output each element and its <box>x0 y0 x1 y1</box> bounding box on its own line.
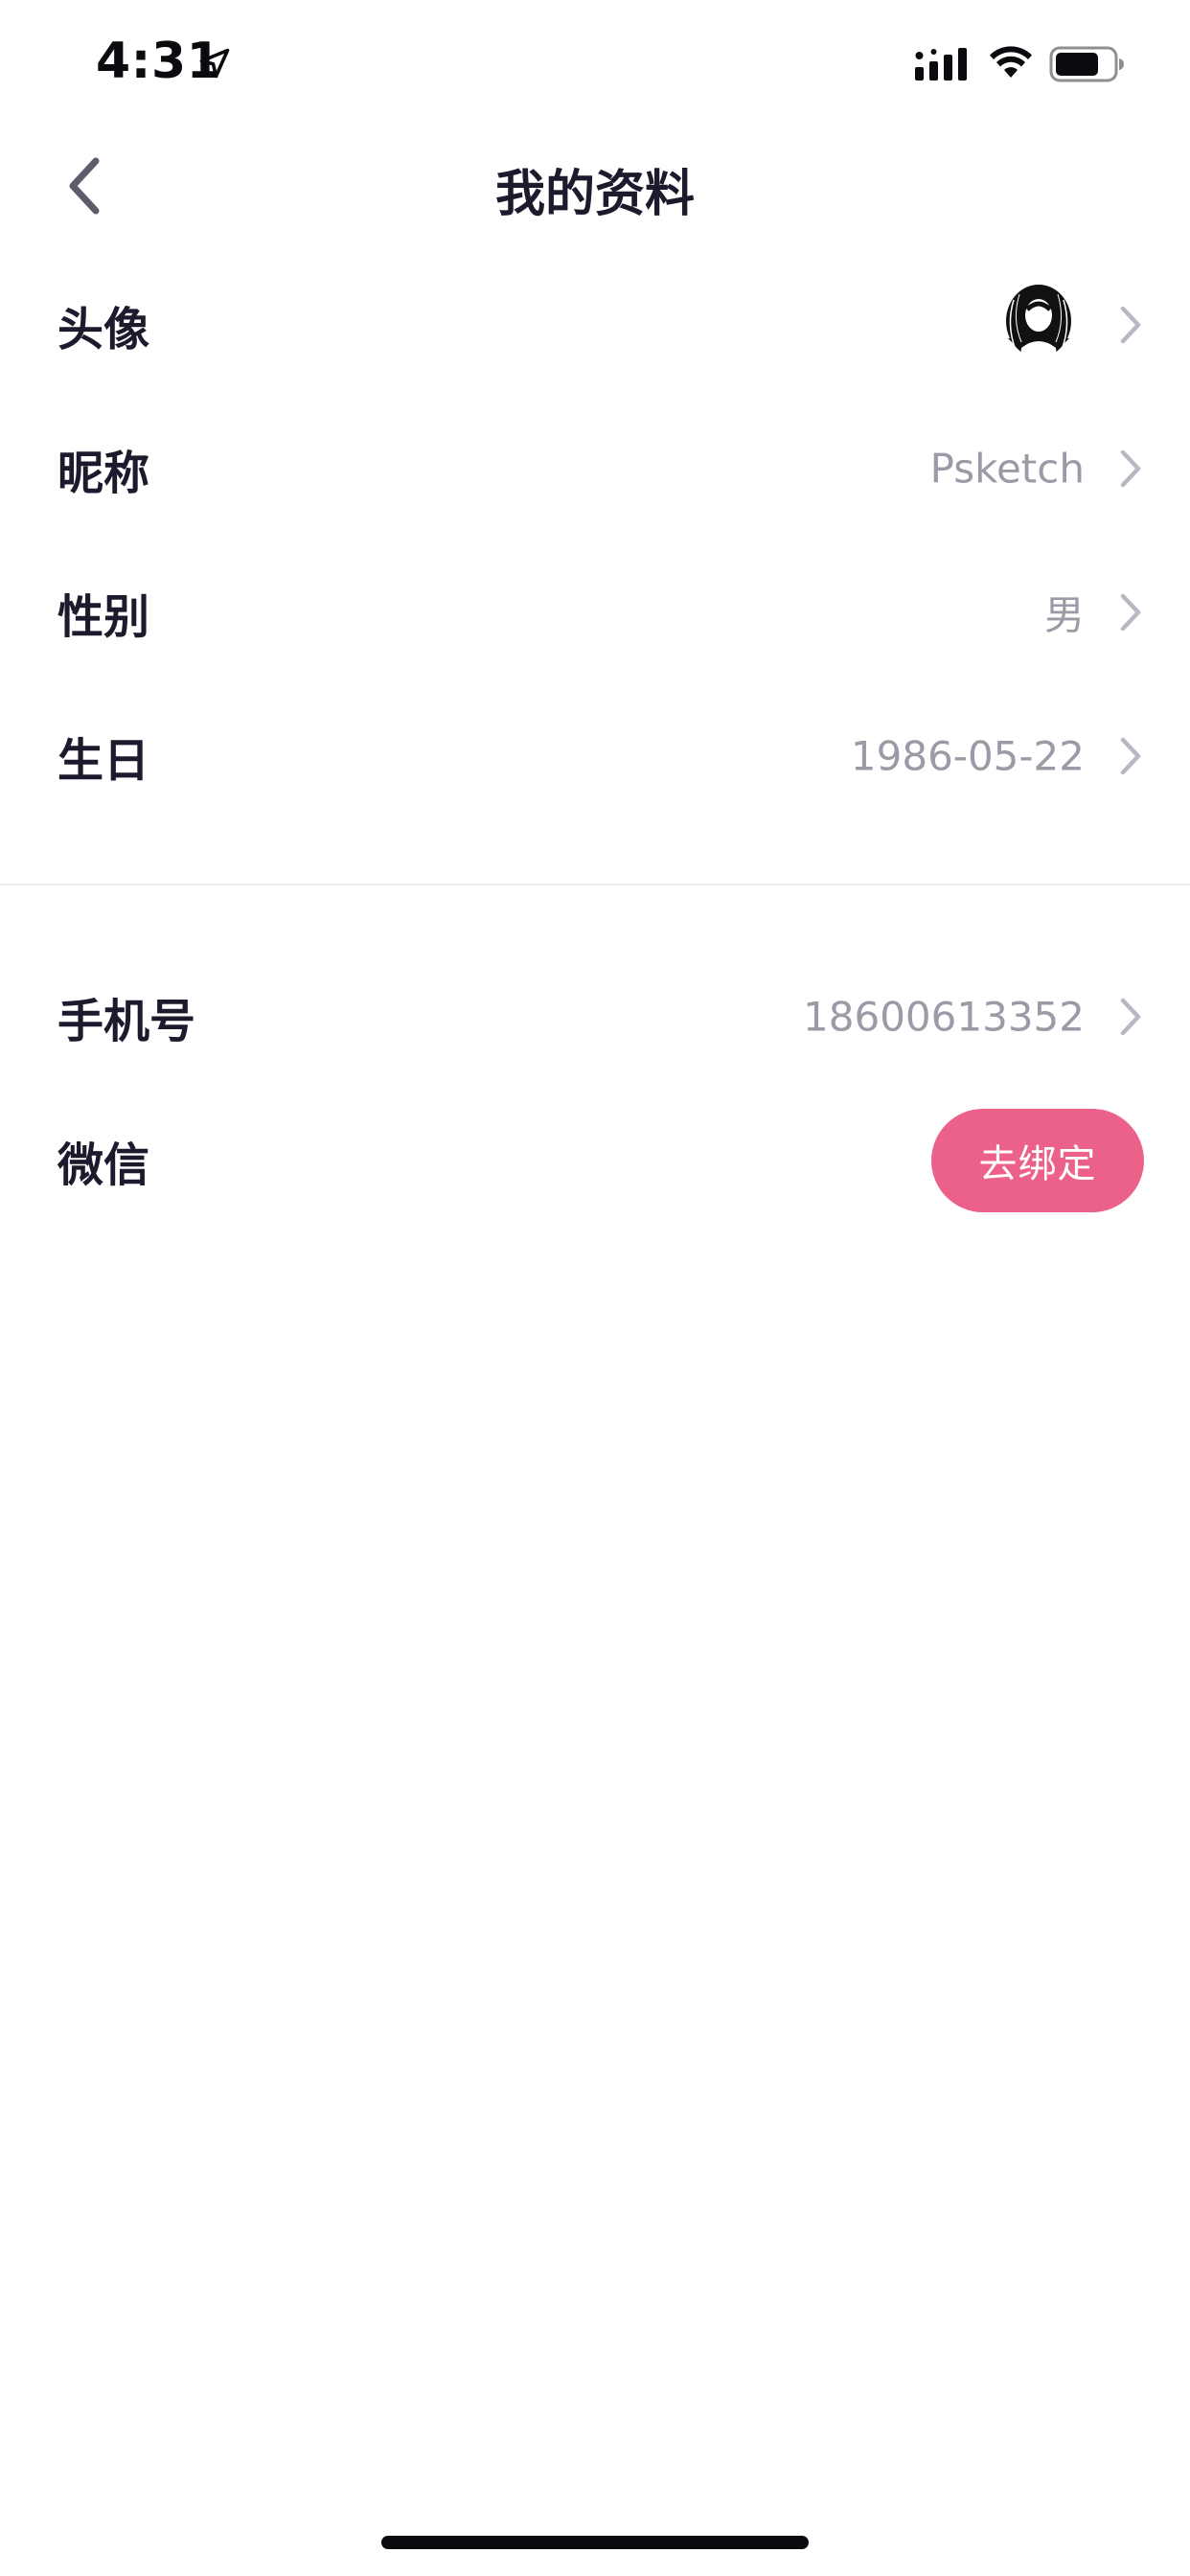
wifi-icon <box>990 46 1032 78</box>
row-label: 头像 <box>57 303 150 356</box>
phone-value: 18600613352 <box>803 993 1085 1041</box>
chevron-right-icon <box>1120 593 1141 632</box>
chevron-right-icon <box>1120 998 1141 1036</box>
status-bar: 4:31 <box>0 0 1190 126</box>
row-birthday[interactable]: 生日 1986-05-22 <box>0 684 1190 828</box>
profile-screen: 4:31 我的资料 头像 昵称 Psketch 性别 男 生日 1986-05-… <box>0 0 1190 2576</box>
row-wechat: 微信 去绑定 <box>0 1089 1190 1232</box>
birthday-value: 1986-05-22 <box>850 732 1085 780</box>
section-divider <box>0 884 1190 886</box>
home-indicator[interactable] <box>381 2536 809 2549</box>
chevron-right-icon <box>1120 306 1141 344</box>
row-gender[interactable]: 性别 男 <box>0 540 1190 684</box>
avatar <box>995 281 1083 369</box>
row-nickname[interactable]: 昵称 Psketch <box>0 397 1190 540</box>
row-label: 昵称 <box>57 447 150 500</box>
nav-bar: 我的资料 <box>0 126 1190 253</box>
chevron-right-icon <box>1120 737 1141 775</box>
chevron-right-icon <box>1120 449 1141 488</box>
page-title: 我的资料 <box>494 166 695 223</box>
location-arrow-icon <box>199 48 230 79</box>
nickname-value: Psketch <box>929 445 1085 493</box>
row-label: 手机号 <box>57 995 196 1048</box>
row-label: 生日 <box>57 734 150 788</box>
row-label: 微信 <box>57 1138 150 1192</box>
bind-wechat-button[interactable]: 去绑定 <box>931 1109 1144 1212</box>
avatar-illustration <box>995 281 1083 369</box>
row-phone[interactable]: 手机号 18600613352 <box>0 945 1190 1089</box>
row-avatar[interactable]: 头像 <box>0 253 1190 397</box>
gender-value: 男 <box>1043 591 1085 639</box>
battery-icon <box>1049 46 1124 82</box>
row-label: 性别 <box>57 590 150 644</box>
cellular-signal-icon <box>915 48 967 80</box>
